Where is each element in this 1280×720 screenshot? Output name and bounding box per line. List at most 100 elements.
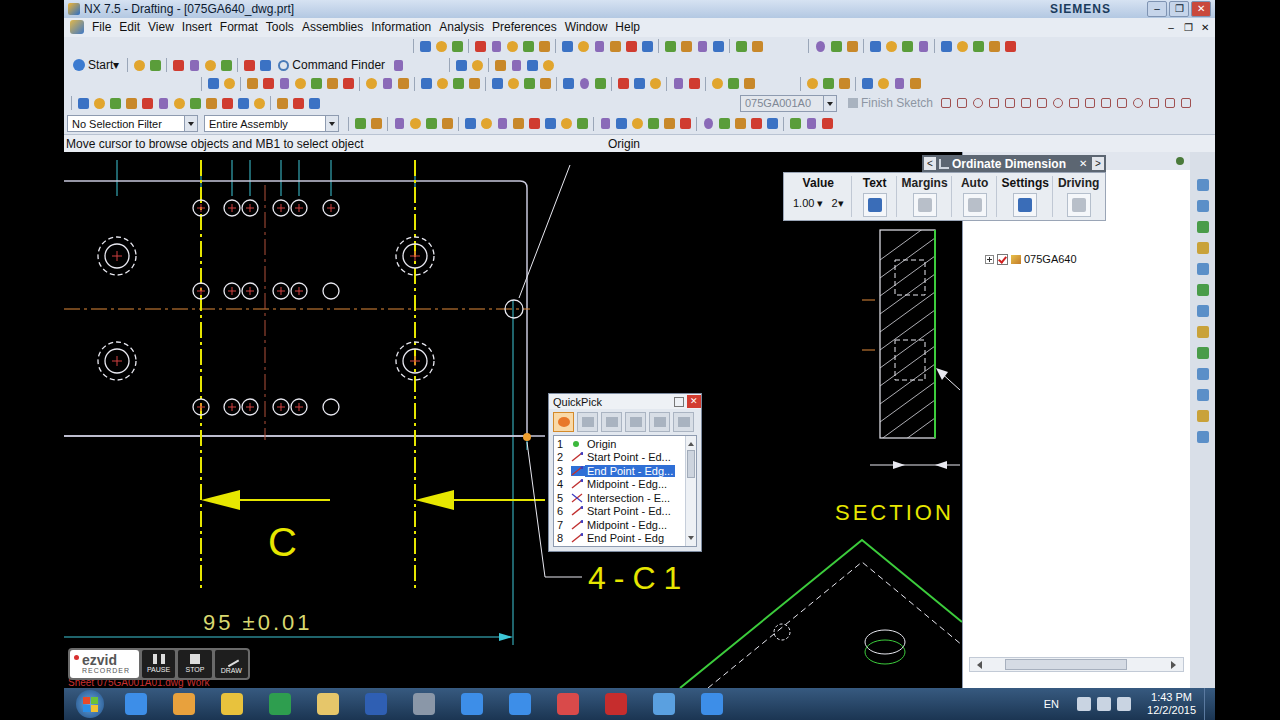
tool-icon[interactable] [235, 95, 251, 111]
tool-icon[interactable] [647, 76, 663, 92]
tool-icon[interactable] [449, 38, 465, 54]
sketch-tool-icon[interactable] [954, 95, 970, 111]
snap-icon[interactable] [700, 116, 716, 132]
command-finder-button[interactable]: Command Finder [273, 58, 390, 72]
windows-start-icon[interactable] [76, 690, 104, 718]
tool-icon[interactable] [489, 76, 505, 92]
tool-icon[interactable] [257, 57, 273, 73]
dimension-text[interactable]: 95 ±0.01 [203, 610, 312, 635]
snap-icon[interactable] [819, 116, 835, 132]
resource-tab-icon[interactable] [1194, 260, 1212, 278]
resource-tab-icon[interactable] [1194, 197, 1212, 215]
list-scrollbar[interactable] [685, 436, 696, 546]
toolbar-group[interactable]: Value1.00 ▾2▾ [786, 176, 852, 217]
close-button[interactable]: ✕ [1077, 157, 1089, 170]
candidate-item[interactable]: 7Midpoint - Edg... [554, 518, 685, 532]
sketch-tool-icon[interactable] [1162, 95, 1178, 111]
tool-icon[interactable] [363, 76, 379, 92]
tool-icon[interactable] [804, 76, 820, 92]
snap-icon[interactable] [526, 116, 542, 132]
tool-icon[interactable] [504, 38, 520, 54]
toolbar-header[interactable]: <Ordinate Dimension✕> [922, 155, 1106, 172]
checkbox[interactable] [997, 254, 1008, 265]
next-button[interactable]: > [1092, 157, 1104, 170]
tool-icon[interactable] [986, 38, 1002, 54]
document-control-button[interactable]: ❐ [1181, 22, 1195, 33]
sketch-tool-icon[interactable] [1066, 95, 1082, 111]
tool-icon[interactable] [875, 76, 891, 92]
tool-icon[interactable] [205, 76, 221, 92]
candidate-item[interactable]: 1Origin [554, 437, 685, 451]
show-desktop-button[interactable] [1204, 688, 1215, 720]
tool-icon[interactable] [251, 95, 267, 111]
tool-icon[interactable] [276, 76, 292, 92]
tool-icon[interactable] [575, 38, 591, 54]
tool-icon[interactable] [155, 95, 171, 111]
tool-icon[interactable] [678, 38, 694, 54]
recorder-button[interactable]: STOP [178, 650, 211, 678]
tool-icon[interactable] [710, 38, 726, 54]
candidate-item[interactable]: 8End Point - Edg [554, 532, 685, 546]
tool-icon[interactable] [891, 76, 907, 92]
menu-item[interactable]: Assemblies [298, 20, 367, 34]
snap-icon[interactable] [764, 116, 780, 132]
tool-icon[interactable] [836, 76, 852, 92]
tool-icon[interactable] [540, 57, 556, 73]
snap-icon[interactable] [574, 116, 590, 132]
close-button[interactable]: ✕ [687, 395, 701, 408]
tool-icon[interactable] [292, 76, 308, 92]
nx-menu-icon[interactable] [70, 20, 84, 34]
candidate-item[interactable]: 6Start Point - Ed... [554, 505, 685, 519]
tool-icon[interactable] [615, 76, 631, 92]
tool-icon[interactable] [107, 95, 123, 111]
resource-tab-icon[interactable] [1194, 407, 1212, 425]
clock[interactable]: 1:43 PM12/2/2015 [1147, 691, 1196, 717]
filter-mode-button[interactable] [673, 412, 694, 432]
tool-icon[interactable] [915, 38, 931, 54]
snap-icon[interactable] [677, 116, 693, 132]
tool-icon[interactable] [749, 38, 765, 54]
tool-icon[interactable] [186, 57, 202, 73]
tool-icon[interactable] [472, 38, 488, 54]
tool-icon[interactable] [221, 76, 237, 92]
recorder-button[interactable]: PAUSE [142, 650, 175, 678]
snap-icon[interactable] [478, 116, 494, 132]
sketch-tool-icon[interactable] [1018, 95, 1034, 111]
explorer-icon[interactable] [306, 689, 350, 719]
tool-icon[interactable] [390, 57, 406, 73]
toolbar-group[interactable]: Text [854, 176, 897, 217]
tool-icon[interactable] [469, 57, 485, 73]
tool-icon[interactable] [131, 57, 147, 73]
tool-icon[interactable] [560, 76, 576, 92]
pin-icon[interactable] [1176, 157, 1184, 165]
ie-alt-icon[interactable] [450, 689, 494, 719]
sketch-tool-icon[interactable] [1050, 95, 1066, 111]
tool-icon[interactable] [812, 38, 828, 54]
snap-icon[interactable] [510, 116, 526, 132]
filter-mode-button[interactable] [553, 412, 574, 432]
selection-scope-dropdown[interactable]: Entire Assembly [204, 115, 339, 132]
sketch-tool-icon[interactable] [970, 95, 986, 111]
filter-mode-button[interactable] [625, 412, 646, 432]
language-indicator[interactable]: EN [1044, 698, 1059, 710]
tool-icon[interactable] [123, 95, 139, 111]
menu-item[interactable]: Tools [262, 20, 298, 34]
snap-icon[interactable] [352, 116, 368, 132]
snap-icon[interactable] [645, 116, 661, 132]
precision-dropdown[interactable]: 2▾ [831, 197, 843, 210]
menu-item[interactable]: Format [216, 20, 262, 34]
tool-icon[interactable] [488, 38, 504, 54]
volume-icon[interactable] [1117, 697, 1131, 711]
ie-third-icon[interactable] [498, 689, 542, 719]
tool-icon[interactable] [686, 76, 702, 92]
window-control-button[interactable]: ✕ [1191, 1, 1211, 17]
snap-icon[interactable] [391, 116, 407, 132]
tool-icon[interactable] [434, 76, 450, 92]
snap-icon[interactable] [558, 116, 574, 132]
sketch-tool-icon[interactable] [938, 95, 954, 111]
tool-icon[interactable] [883, 38, 899, 54]
tool-icon[interactable] [741, 76, 757, 92]
tool-icon[interactable] [733, 38, 749, 54]
tool-icon[interactable] [709, 76, 725, 92]
flag-icon[interactable] [1077, 697, 1091, 711]
